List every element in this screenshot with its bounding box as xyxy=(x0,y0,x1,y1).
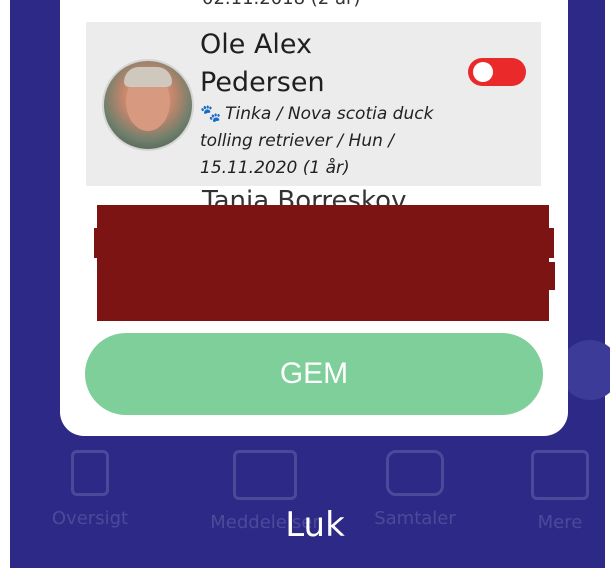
board-icon xyxy=(233,450,297,500)
pet-info-text: Tinka / Nova scotia duck tolling retriev… xyxy=(200,104,434,178)
chat-bubble-icon xyxy=(386,450,444,496)
nav-item-mere[interactable]: Mere xyxy=(520,450,600,533)
attendee-modal: 02.11.2018 (2 år) Ole Alex Pedersen 🐾Tin… xyxy=(60,0,568,436)
nav-item-label: Samtaler xyxy=(374,508,456,529)
image-border-bottom xyxy=(0,568,610,574)
attendance-toggle[interactable] xyxy=(468,58,526,86)
previous-entry-date: 02.11.2018 (2 år) xyxy=(202,0,360,9)
pet-info: 🐾 Tinka / Nova scotia duck tolling retrie… xyxy=(200,101,450,182)
toggle-knob xyxy=(473,62,493,82)
nav-item-label: Mere xyxy=(537,512,583,533)
save-button[interactable]: GEM xyxy=(85,333,543,415)
nav-item-samtaler[interactable]: Samtaler xyxy=(360,450,470,529)
avatar-hair xyxy=(124,67,172,87)
redaction-block xyxy=(94,228,554,258)
close-button[interactable]: Luk xyxy=(260,505,370,545)
paw-icon: 🐾 xyxy=(200,104,222,124)
avatar xyxy=(102,59,194,151)
redaction-block xyxy=(100,262,555,290)
clipboard-icon xyxy=(71,450,109,496)
attendee-row[interactable]: Ole Alex Pedersen 🐾 Tinka / Nova scotia d… xyxy=(86,22,541,186)
list-icon xyxy=(531,450,589,500)
nav-item-oversigt[interactable]: Oversigt xyxy=(35,450,145,529)
nav-item-label: Oversigt xyxy=(51,508,129,529)
attendee-name: Ole Alex Pedersen xyxy=(200,29,325,98)
